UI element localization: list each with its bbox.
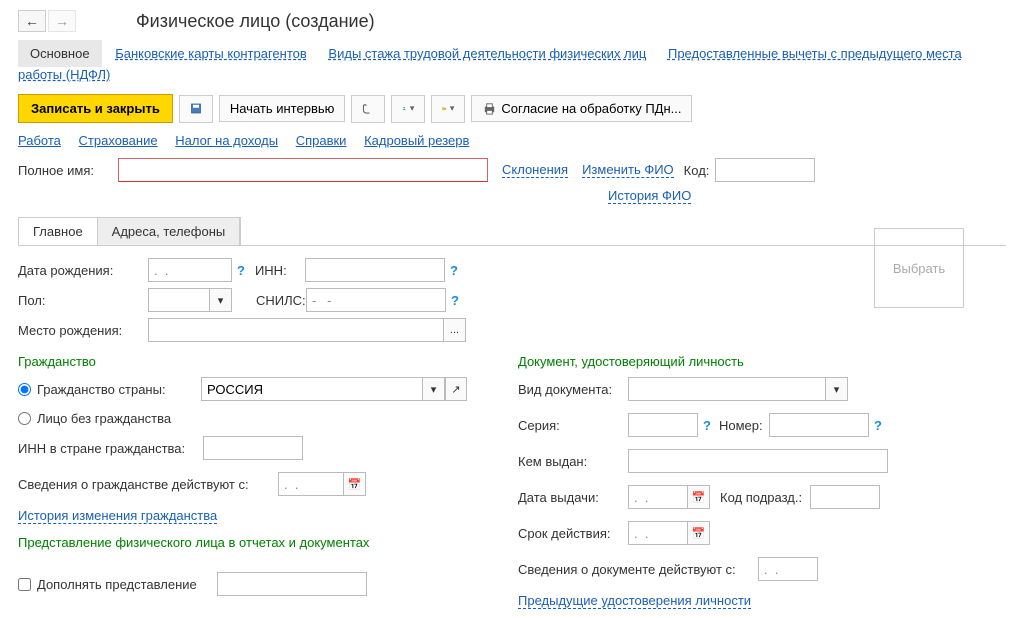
issuedate-calendar[interactable]: 📅 — [688, 485, 710, 509]
snils-label: СНИЛС: — [256, 293, 306, 308]
doc-valid-label: Сведения о документе действуют с: — [518, 562, 758, 577]
inn-help[interactable]: ? — [450, 263, 458, 278]
citizenship-history-link[interactable]: История изменения гражданства — [18, 508, 217, 524]
tab-general[interactable]: Главное — [19, 218, 98, 245]
inn-country-label: ИНН в стране гражданства: — [18, 441, 203, 456]
code-label: Код: — [684, 163, 710, 178]
citizenship-valid-calendar[interactable]: 📅 — [344, 472, 366, 496]
photo-select-button[interactable]: Выбрать — [874, 228, 964, 308]
country-open[interactable]: ↗ — [445, 377, 467, 401]
dob-help[interactable]: ? — [237, 263, 245, 278]
change-fio-link[interactable]: Изменить ФИО — [582, 162, 674, 178]
top-tabs: Основное Банковские карты контрагентов В… — [18, 40, 1006, 82]
print-icon — [482, 101, 497, 116]
validity-input[interactable] — [628, 521, 688, 545]
validity-label: Срок действия: — [518, 526, 628, 541]
identity-section: Документ, удостоверяющий личность — [518, 354, 968, 369]
prev-docs-link[interactable]: Предыдущие удостоверения личности — [518, 593, 751, 609]
doctype-dropdown[interactable]: ▾ — [826, 377, 848, 401]
country-dropdown[interactable]: ▾ — [423, 377, 445, 401]
paperclip-icon — [362, 101, 374, 116]
birthplace-select[interactable]: ... — [444, 318, 466, 342]
forward-button[interactable]: → — [48, 10, 76, 32]
citizenship-valid-label: Сведения о гражданстве действуют с: — [18, 477, 278, 492]
doctype-label: Вид документа: — [518, 382, 628, 397]
representation-section: Представление физического лица в отчетах… — [18, 535, 478, 550]
issuedate-input[interactable] — [628, 485, 688, 509]
link-references[interactable]: Справки — [296, 133, 347, 148]
number-help[interactable]: ? — [874, 418, 882, 433]
number-input[interactable] — [769, 413, 869, 437]
sex-input[interactable] — [148, 288, 210, 312]
deptcode-input[interactable] — [810, 485, 880, 509]
inn-label: ИНН: — [255, 263, 305, 278]
birthplace-input[interactable] — [148, 318, 444, 342]
series-input[interactable] — [628, 413, 698, 437]
link-reserve[interactable]: Кадровый резерв — [364, 133, 469, 148]
issuedby-input[interactable] — [628, 449, 888, 473]
series-label: Серия: — [518, 418, 628, 433]
inn-country-input[interactable] — [203, 436, 303, 460]
number-label: Номер: — [719, 418, 769, 433]
link-work[interactable]: Работа — [18, 133, 61, 148]
citizenship-country-input[interactable] — [201, 377, 423, 401]
snils-input[interactable] — [306, 288, 446, 312]
folder-dropdown[interactable] — [431, 95, 465, 123]
series-help[interactable]: ? — [703, 418, 711, 433]
secondary-links: Работа Страхование Налог на доходы Справ… — [18, 133, 1006, 148]
doctype-input[interactable] — [628, 377, 826, 401]
back-button[interactable]: ← — [18, 10, 46, 32]
issuedate-label: Дата выдачи: — [518, 490, 628, 505]
person-icon — [402, 101, 406, 116]
issuedby-label: Кем выдан: — [518, 454, 628, 469]
inn-input[interactable] — [305, 258, 445, 282]
sex-dropdown[interactable]: ▾ — [210, 288, 232, 312]
add-representation-checkbox[interactable] — [18, 578, 31, 591]
folder-icon — [442, 101, 446, 116]
citizenship-section: Гражданство — [18, 354, 478, 369]
inner-tabs: Главное Адреса, телефоны — [18, 217, 241, 245]
citizenship-country-radio[interactable] — [18, 383, 31, 396]
tab-addresses[interactable]: Адреса, телефоны — [98, 218, 241, 245]
attach-button[interactable] — [351, 95, 385, 123]
declensions-link[interactable]: Склонения — [502, 162, 568, 178]
dob-input[interactable] — [148, 258, 232, 282]
birthplace-label: Место рождения: — [18, 323, 148, 338]
no-citizenship-radio[interactable] — [18, 412, 31, 425]
toolbar: Записать и закрыть Начать интервью Согла… — [18, 94, 1006, 123]
dob-label: Дата рождения: — [18, 263, 148, 278]
link-insurance[interactable]: Страхование — [79, 133, 158, 148]
start-interview-button[interactable]: Начать интервью — [219, 95, 346, 122]
page-title: Физическое лицо (создание) — [136, 11, 375, 32]
deptcode-label: Код подразд.: — [720, 490, 810, 505]
no-citizenship-label: Лицо без гражданства — [37, 411, 171, 426]
code-input[interactable] — [715, 158, 815, 182]
sex-label: Пол: — [18, 293, 148, 308]
tab-main[interactable]: Основное — [18, 40, 102, 67]
link-seniority[interactable]: Виды стажа трудовой деятельности физичес… — [328, 46, 646, 61]
fullname-label: Полное имя: — [18, 163, 118, 178]
doc-valid-input[interactable] — [758, 557, 818, 581]
snils-help[interactable]: ? — [451, 293, 459, 308]
link-bank-cards[interactable]: Банковские карты контрагентов — [115, 46, 307, 61]
fio-history-link[interactable]: История ФИО — [608, 188, 691, 204]
save-close-button[interactable]: Записать и закрыть — [18, 94, 173, 123]
fullname-input[interactable] — [118, 158, 488, 182]
add-representation-label: Дополнять представление — [37, 577, 217, 592]
save-button[interactable] — [179, 95, 213, 123]
validity-calendar[interactable]: 📅 — [688, 521, 710, 545]
consent-button[interactable]: Согласие на обработку ПДн... — [471, 95, 692, 122]
add-representation-input[interactable] — [217, 572, 367, 596]
citizenship-valid-input[interactable] — [278, 472, 344, 496]
user-dropdown[interactable] — [391, 95, 425, 123]
save-icon — [190, 101, 202, 116]
citizenship-country-label: Гражданство страны: — [37, 382, 195, 397]
link-income-tax[interactable]: Налог на доходы — [175, 133, 278, 148]
